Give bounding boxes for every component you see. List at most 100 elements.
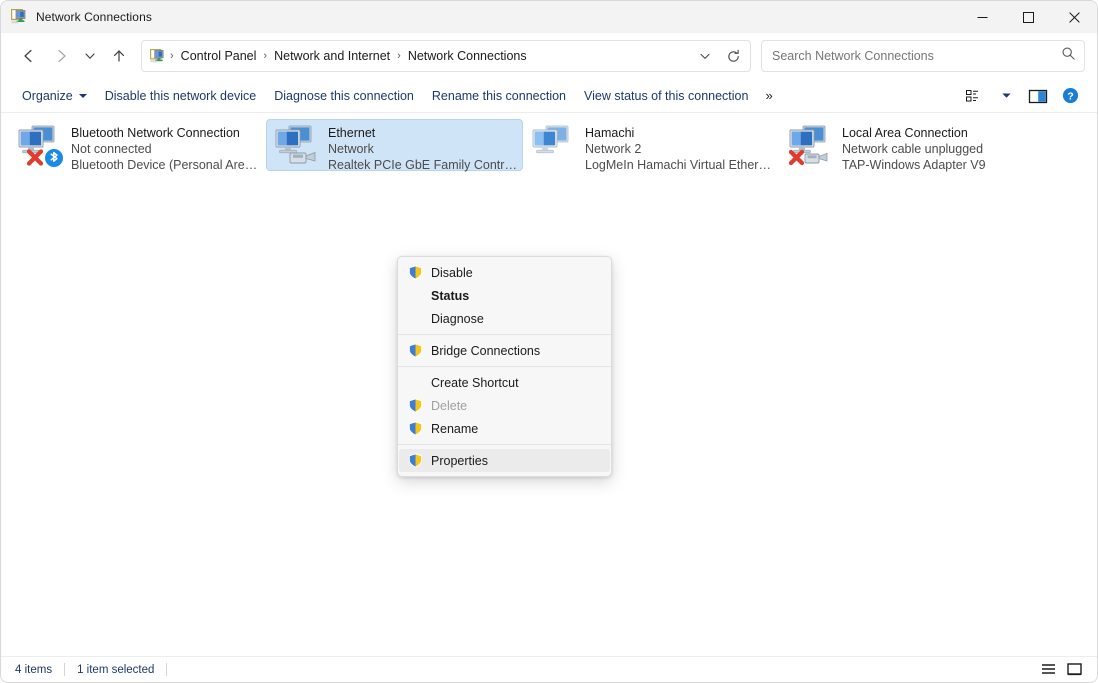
large-icons-view-button[interactable]: [1063, 660, 1085, 680]
view-status-label: View status of this connection: [584, 88, 749, 103]
connection-name: Hamachi: [585, 126, 635, 140]
diagnose-connection-button[interactable]: Diagnose this connection: [265, 84, 423, 108]
list-item[interactable]: Local Area Connection Network cable unpl…: [780, 119, 1037, 173]
address-dropdown-button[interactable]: [692, 43, 718, 69]
details-view-button[interactable]: [1037, 660, 1059, 680]
connection-status: Network cable unplugged: [842, 142, 984, 156]
connection-device: LogMeIn Hamachi Virtual Etherne...: [585, 158, 774, 172]
diagnose-connection-label: Diagnose this connection: [274, 88, 414, 103]
address-bar[interactable]: › Control Panel › Network and Internet ›…: [141, 40, 751, 72]
selection-count-label: 1 item selected: [77, 663, 155, 676]
connection-status: Network 2: [585, 142, 642, 156]
refresh-button[interactable]: [720, 43, 746, 69]
context-menu-item-bridge-connections[interactable]: Bridge Connections: [399, 339, 610, 362]
search-input[interactable]: [772, 49, 1061, 63]
breadcrumb-item-control-panel[interactable]: Control Panel: [176, 46, 262, 66]
connection-device: TAP-Windows Adapter V9: [842, 158, 986, 172]
breadcrumb-separator: ›: [263, 50, 268, 62]
up-button[interactable]: [103, 40, 135, 72]
address-bar-actions: [692, 43, 746, 69]
view-status-button[interactable]: View status of this connection: [575, 84, 757, 108]
maximize-button[interactable]: [1005, 1, 1051, 33]
window-title: Network Connections: [36, 10, 152, 24]
svg-text:?: ?: [1067, 91, 1073, 102]
context-menu-item-create-shortcut[interactable]: Create Shortcut: [399, 371, 610, 394]
breadcrumb-network-connections-icon[interactable]: [150, 48, 166, 64]
chevron-down-icon: [700, 53, 710, 59]
context-menu-item-status[interactable]: Status: [399, 284, 610, 307]
refresh-icon: [727, 49, 739, 62]
menu-separator: [398, 366, 611, 367]
command-bar-overflow-button[interactable]: »: [757, 84, 780, 107]
connection-device: Realtek PCIe GbE Family Controller: [328, 158, 517, 172]
red-x-icon: [26, 149, 44, 166]
preview-pane-icon: [1028, 89, 1048, 103]
context-menu-label: Rename: [431, 421, 479, 436]
connections-row: Bluetooth Network Connection Not connect…: [1, 113, 1097, 173]
connection-device: Bluetooth Device (Personal Area ...: [71, 158, 260, 172]
context-menu-item-properties[interactable]: Properties: [399, 449, 610, 472]
chevron-down-icon: [85, 53, 95, 59]
list-item-texts: Bluetooth Network Connection Not connect…: [71, 123, 260, 173]
minimize-icon: [977, 16, 987, 18]
back-button[interactable]: [13, 40, 45, 72]
context-menu-label: Bridge Connections: [431, 343, 541, 358]
chevron-down-icon: [1001, 93, 1011, 98]
list-item-texts: Local Area Connection Network cable unpl…: [842, 123, 986, 173]
title-bar: Network Connections: [1, 1, 1097, 33]
back-arrow-icon: [24, 49, 32, 63]
close-icon: [1068, 11, 1080, 23]
search-icon[interactable]: [1061, 46, 1076, 66]
network-adapter-icon: [786, 123, 834, 167]
rename-connection-button[interactable]: Rename this connection: [423, 84, 575, 108]
search-box[interactable]: [761, 40, 1085, 72]
ethernet-plug-icon: [289, 151, 316, 164]
ethernet-plug-icon: [804, 152, 828, 164]
connection-name: Ethernet: [328, 126, 376, 140]
item-count-label: 4 items: [15, 663, 53, 676]
list-item[interactable]: Hamachi Network 2 LogMeIn Hamachi Virtua…: [523, 119, 780, 173]
breadcrumb-item-network-connections[interactable]: Network Connections: [403, 46, 532, 66]
close-button[interactable]: [1051, 1, 1097, 33]
no-icon-placeholder: [407, 375, 423, 391]
layout-options-dropdown-button[interactable]: [991, 83, 1021, 109]
status-divider: [166, 663, 168, 676]
title-bar-left: Network Connections: [1, 9, 152, 25]
chevron-down-icon: [78, 93, 87, 98]
network-adapter-icon: [272, 123, 320, 167]
network-connections-window: Network Connections › Control Panel › Ne…: [0, 0, 1098, 683]
layout-options-button[interactable]: [959, 83, 989, 109]
list-item[interactable]: Ethernet Network Realtek PCIe GbE Family…: [266, 119, 523, 172]
minimize-button[interactable]: [959, 1, 1005, 33]
recent-locations-button[interactable]: [77, 40, 103, 72]
connections-list-area[interactable]: Bluetooth Network Connection Not connect…: [1, 113, 1097, 656]
context-menu-item-diagnose[interactable]: Diagnose: [399, 307, 610, 330]
breadcrumb: › Control Panel › Network and Internet ›…: [150, 46, 692, 66]
context-menu-item-disable[interactable]: Disable: [399, 261, 610, 284]
breadcrumb-separator: ›: [397, 50, 401, 62]
navigation-bar: › Control Panel › Network and Internet ›…: [1, 33, 1097, 79]
context-menu-label: Status: [431, 288, 470, 303]
disable-network-device-label: Disable this network device: [104, 88, 257, 103]
shield-icon: [407, 421, 423, 437]
shield-icon: [407, 343, 423, 359]
disable-network-device-button[interactable]: Disable this network device: [96, 84, 265, 108]
command-bar-right: ?: [959, 83, 1085, 109]
shield-icon: [407, 265, 423, 281]
menu-separator: [398, 334, 611, 335]
breadcrumb-item-network-and-internet[interactable]: Network and Internet: [269, 46, 395, 66]
context-menu-item-rename[interactable]: Rename: [399, 417, 610, 440]
red-x-icon: [788, 149, 805, 166]
forward-button[interactable]: [45, 40, 77, 72]
window-controls: [959, 1, 1097, 33]
preview-pane-button[interactable]: [1023, 83, 1053, 109]
organize-button[interactable]: Organize: [13, 84, 96, 108]
context-menu-label: Delete: [431, 398, 468, 413]
command-bar: Organize Disable this network device Dia…: [1, 79, 1097, 113]
context-menu-label: Diagnose: [431, 311, 484, 326]
context-menu-item-delete[interactable]: Delete: [399, 394, 610, 417]
status-bar: 4 items 1 item selected: [1, 656, 1097, 682]
list-item-texts: Hamachi Network 2 LogMeIn Hamachi Virtua…: [585, 123, 774, 173]
list-item[interactable]: Bluetooth Network Connection Not connect…: [9, 119, 266, 173]
help-button[interactable]: ?: [1055, 83, 1085, 109]
